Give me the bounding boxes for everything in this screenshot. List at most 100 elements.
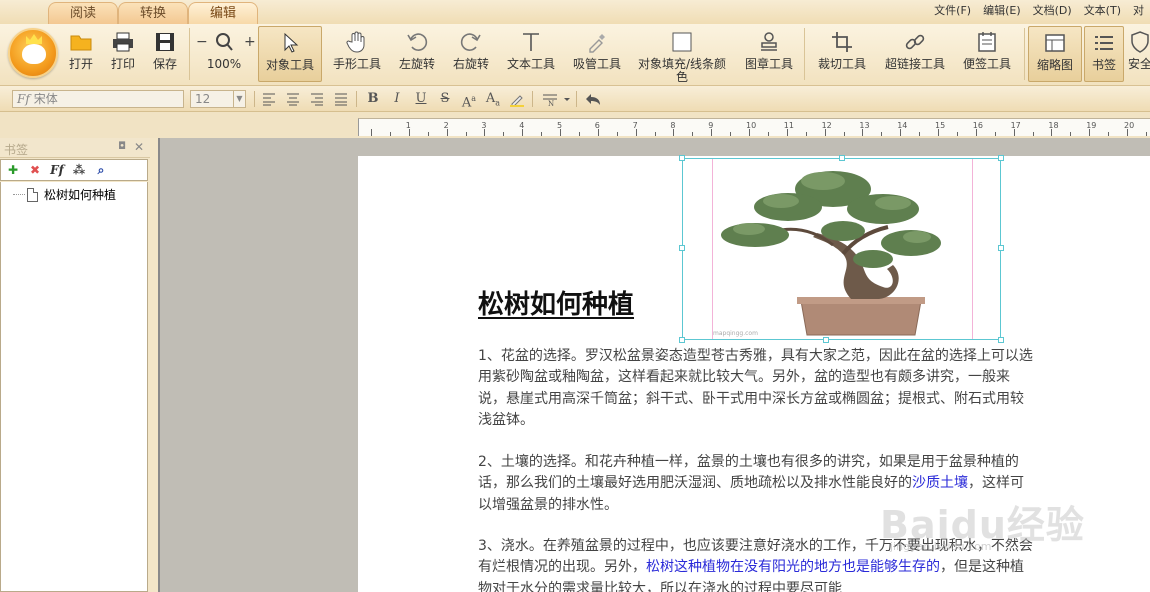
ruler-tick [465,132,467,136]
zoom-control: − + 100% [192,26,256,82]
ruler-tick [1013,129,1015,136]
font-family-select[interactable]: Ff 宋体 [12,90,184,108]
selected-image-object[interactable]: mapqingg.com [679,155,1004,343]
resize-handle[interactable] [998,337,1004,343]
ruler-number: 8 [670,121,676,130]
italic-icon[interactable]: I [388,90,406,108]
svg-text:+: + [244,34,256,50]
resize-handle[interactable] [823,337,829,343]
security-button[interactable]: 安全 [1128,26,1150,82]
underline-icon[interactable]: U [412,90,430,108]
resize-handle[interactable] [679,245,685,251]
ruler-tick [938,129,939,136]
zoom-level[interactable]: 100% [192,58,256,71]
binoculars-icon[interactable]: ⌕ [93,162,109,178]
print-button[interactable]: 打印 [104,26,142,82]
ruler-tick [881,132,883,136]
crop-tool-button[interactable]: 裁切工具 [812,26,872,82]
menu-file[interactable]: 文件(F) [928,3,977,19]
ruler-tick [389,132,391,136]
fill-line-color-button[interactable]: 对象填充/线条颜色 [634,26,730,84]
resize-handle[interactable] [679,337,685,343]
resize-handle[interactable] [839,155,845,161]
format-bar: Ff 宋体 12 ▼ B I U S Aa Aa N [0,86,1150,112]
baidu-watermark-url: jingyan.baidu.com [890,540,992,553]
bold-icon[interactable]: B [364,90,382,108]
chevron-down-icon: ▼ [233,91,245,107]
ruler-tick [767,132,769,136]
shield-icon [1128,30,1150,54]
floppy-icon [153,30,177,54]
bookmark-item[interactable]: 松树如何种植 [13,186,116,203]
align-justify-icon[interactable] [332,90,350,108]
align-left-icon[interactable] [260,90,278,108]
resize-handle[interactable] [998,245,1004,251]
rotate-right-button[interactable]: 右旋转 [446,26,496,82]
align-center-icon[interactable] [284,90,302,108]
top-band: 阅读 转换 编辑 文件(F) 编辑(E) 文档(D) 文本(T) 对 [0,0,1150,24]
ruler-tick [994,132,996,136]
app-logo[interactable] [8,28,58,78]
strikethrough-icon[interactable]: S [436,90,454,108]
image-caption: mapqingg.com [713,330,758,337]
subscript-icon[interactable]: Aa [484,90,502,108]
align-right-icon[interactable] [308,90,326,108]
pine-shade-link[interactable]: 松树这种植物在没有阳光的地方也是能够生存的 [646,559,940,575]
line-spacing-icon[interactable]: N [540,90,572,108]
note-icon [975,30,999,54]
superscript-icon[interactable]: Aa [460,90,478,110]
ruler-number: 12 [821,121,832,130]
tab-edit[interactable]: 编辑 [188,2,258,24]
ruler-tick [522,129,524,136]
resize-handle[interactable] [998,155,1004,161]
object-tool-button[interactable]: 对象工具 [258,26,322,82]
pin-icon[interactable]: ◘ [118,141,126,152]
ruler-tick [711,129,713,136]
ruler-number: 6 [594,121,600,130]
save-button[interactable]: 保存 [146,26,184,82]
delete-bookmark-icon[interactable]: ✖ [27,162,43,178]
font-style-icon[interactable]: Ff [49,162,65,178]
thumbnail-button[interactable]: 缩略图 [1028,26,1082,82]
ruler-tick [560,129,561,136]
text-t-icon [519,30,543,54]
magic-wand-icon[interactable]: ⁂ [71,162,87,178]
bookmark-button[interactable]: 书签 [1084,26,1124,82]
rotate-left-button[interactable]: 左旋转 [392,26,442,82]
eyedropper-button[interactable]: 吸管工具 [566,26,628,82]
ruler-tick [956,132,958,136]
sandy-soil-link[interactable]: 沙质土壤 [912,475,968,491]
menu-bar: 文件(F) 编辑(E) 文档(D) 文本(T) 对 [928,3,1150,19]
add-bookmark-icon[interactable]: ✚ [5,162,21,178]
ruler-tick [1108,132,1110,136]
ruler-number: 5 [557,121,563,130]
note-tool-button[interactable]: 便签工具 [956,26,1018,82]
tab-read[interactable]: 阅读 [48,2,118,24]
stamp-tool-button[interactable]: 图章工具 [740,26,798,82]
close-icon[interactable]: ✕ [134,140,144,154]
highlighter-icon[interactable] [508,90,526,108]
ruler-tick [635,129,637,136]
ruler-number: 1 [405,121,411,130]
ruler-number: 14 [897,121,908,130]
menu-more[interactable]: 对 [1127,3,1150,19]
thumbnail-icon [1043,31,1067,55]
menu-text[interactable]: 文本(T) [1078,3,1127,19]
open-button[interactable]: 打开 [62,26,100,82]
text-tool-button[interactable]: 文本工具 [502,26,560,82]
ruler-number: 17 [1010,121,1021,130]
menu-edit[interactable]: 编辑(E) [977,3,1027,19]
menu-document[interactable]: 文档(D) [1027,3,1078,19]
hyperlink-tool-button[interactable]: 超链接工具 [880,26,950,82]
resize-handle[interactable] [679,155,685,161]
undo-icon[interactable] [584,90,602,108]
ruler-tick [446,129,448,136]
svg-text:−: − [196,34,208,50]
hand-tool-button[interactable]: 手形工具 [328,26,386,82]
tab-convert[interactable]: 转换 [118,2,188,24]
document-title: 松树如何种植 [478,290,635,320]
font-size-select[interactable]: 12 ▼ [190,90,246,108]
ruler-tick [919,132,921,136]
ruler-tick [484,129,486,136]
panel-title: 书签 [4,143,29,157]
